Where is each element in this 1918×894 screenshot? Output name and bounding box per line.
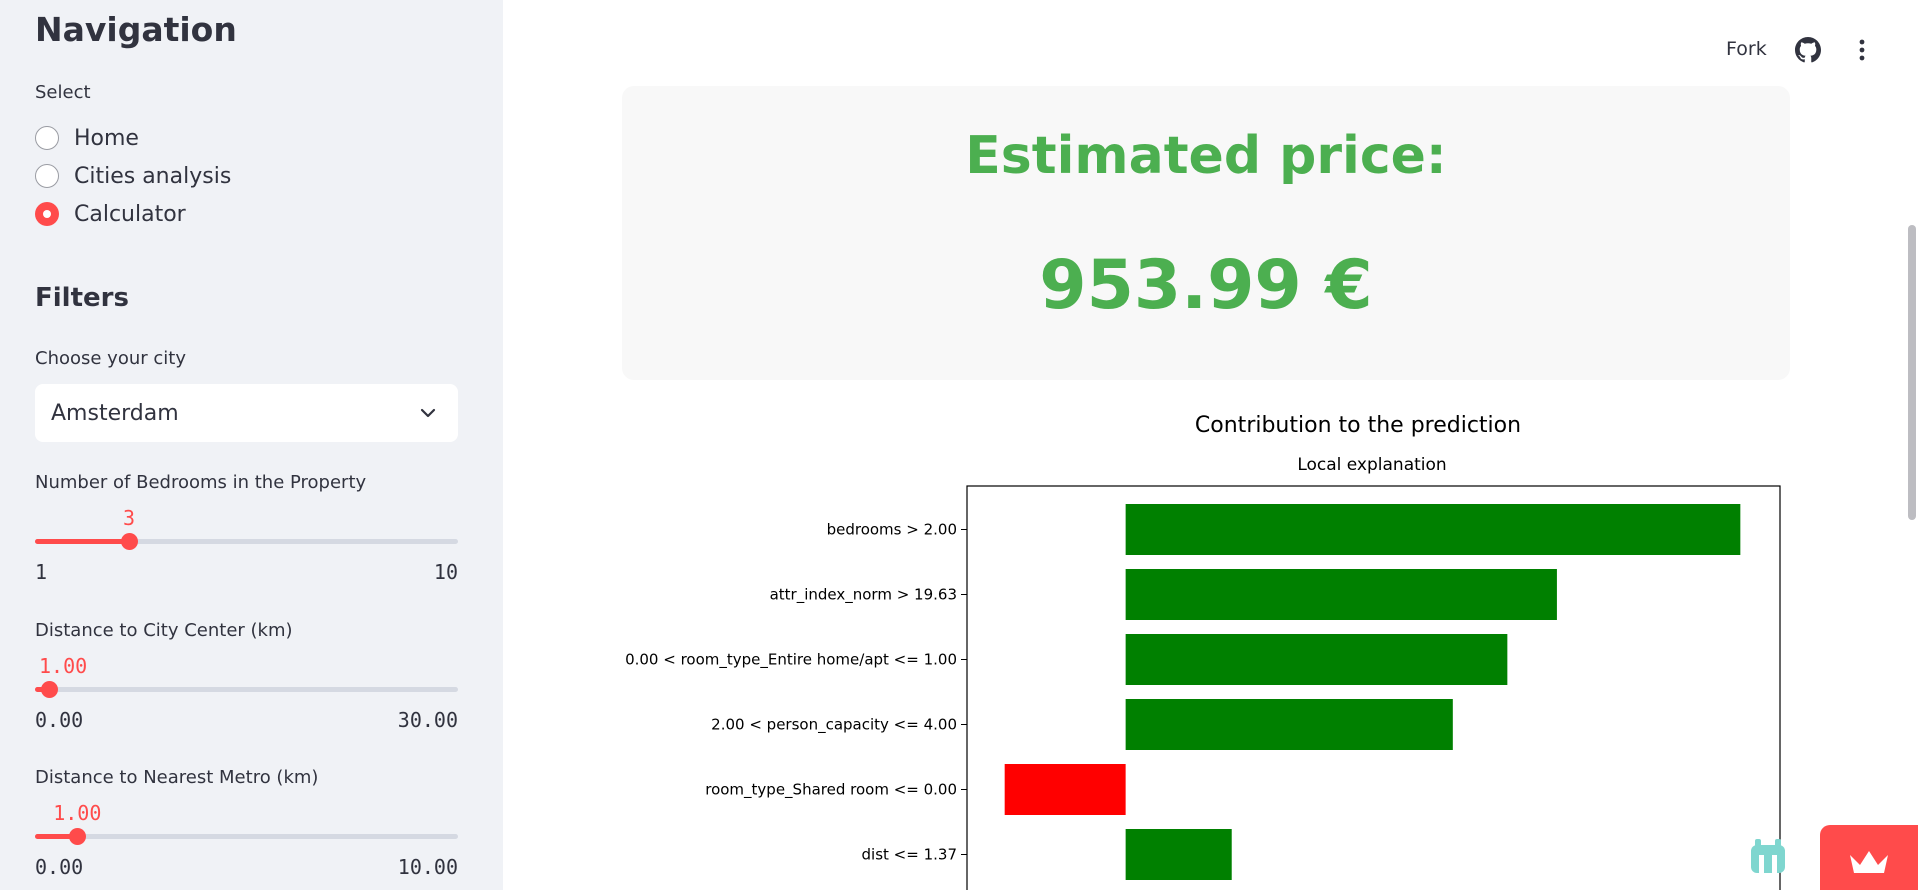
chart-bar <box>1125 829 1232 880</box>
chart-category-label: dist <= 1.37 <box>862 846 957 864</box>
github-icon[interactable] <box>1795 37 1821 63</box>
slider-thumb[interactable] <box>121 533 138 550</box>
metro-distance-slider[interactable]: 1.00 0.00 10.00 <box>35 801 458 879</box>
city-select-value: Amsterdam <box>51 400 179 426</box>
center-distance-slider[interactable]: 1.00 0.00 30.00 <box>35 654 458 732</box>
metro-distance-label: Distance to Nearest Metro (km) <box>35 767 319 788</box>
radio-circle-cities-analysis[interactable] <box>35 164 59 188</box>
slider-track[interactable] <box>35 687 458 692</box>
slider-max-label: 10 <box>433 560 458 584</box>
slider-thumb[interactable] <box>41 681 59 698</box>
slider-max-label: 10.00 <box>397 855 458 879</box>
city-select[interactable]: Amsterdam <box>35 384 458 442</box>
slider-current-value: 3 <box>122 506 136 530</box>
radio-circle-home[interactable] <box>35 126 59 150</box>
radio-home[interactable]: Home <box>35 123 139 153</box>
scrollbar-thumb[interactable] <box>1908 225 1916 520</box>
kebab-menu-icon[interactable] <box>1849 37 1875 63</box>
radio-label-calculator: Calculator <box>74 201 186 227</box>
filters-title: Filters <box>35 283 129 313</box>
mascot-icon[interactable] <box>1745 835 1791 879</box>
chart-bar <box>1125 569 1557 620</box>
chart-category-label: 0.00 < room_type_Entire home/apt <= 1.00 <box>625 651 957 670</box>
chart-category-label: room_type_Shared room <= 0.00 <box>705 781 957 800</box>
slider-max-label: 30.00 <box>397 708 458 732</box>
center-distance-label: Distance to City Center (km) <box>35 620 293 641</box>
navigation-title: Navigation <box>35 10 237 49</box>
sidebar: Navigation Select Home Cities analysis C… <box>0 0 503 890</box>
streamlit-badge[interactable] <box>1820 825 1918 890</box>
slider-current-value: 1.00 <box>38 654 88 678</box>
radio-label-cities-analysis: Cities analysis <box>74 163 232 189</box>
radio-calculator[interactable]: Calculator <box>35 199 186 229</box>
select-label: Select <box>35 82 91 103</box>
fork-button[interactable]: Fork <box>1726 38 1767 60</box>
slider-min-label: 1 <box>35 560 48 584</box>
chart-subtitle: Local explanation <box>1297 455 1446 475</box>
bedrooms-label: Number of Bedrooms in the Property <box>35 472 367 493</box>
estimated-price-card: Estimated price: 953.99 € <box>622 86 1790 380</box>
radio-cities-analysis[interactable]: Cities analysis <box>35 161 231 191</box>
slider-track[interactable] <box>35 834 458 839</box>
city-label: Choose your city <box>35 348 186 369</box>
chart-title: Contribution to the prediction <box>1195 413 1521 438</box>
slider-min-label: 0.00 <box>35 708 84 732</box>
radio-label-home: Home <box>74 125 139 151</box>
radio-circle-calculator[interactable] <box>35 202 59 226</box>
estimated-price-heading: Estimated price: <box>965 126 1447 186</box>
estimated-price-value: 953.99 € <box>1039 246 1373 325</box>
chart-bar <box>1125 699 1453 750</box>
chart-bar <box>1125 504 1741 555</box>
slider-min-label: 0.00 <box>35 855 84 879</box>
slider-thumb[interactable] <box>69 828 87 845</box>
bedrooms-slider[interactable]: 3 1 10 <box>35 506 458 584</box>
chart-bar <box>1004 764 1126 815</box>
streamlit-crown-icon <box>1850 851 1888 873</box>
chart-category-label: bedrooms > 2.00 <box>827 521 957 539</box>
slider-current-value: 1.00 <box>53 801 102 825</box>
slider-fill <box>35 539 129 544</box>
chevron-down-icon[interactable] <box>418 403 438 423</box>
chart-bar <box>1125 634 1508 685</box>
contribution-chart: Contribution to the prediction Local exp… <box>625 413 1781 890</box>
chart-category-label: attr_index_norm > 19.63 <box>770 586 957 605</box>
chart-category-label: 2.00 < person_capacity <= 4.00 <box>711 716 957 735</box>
